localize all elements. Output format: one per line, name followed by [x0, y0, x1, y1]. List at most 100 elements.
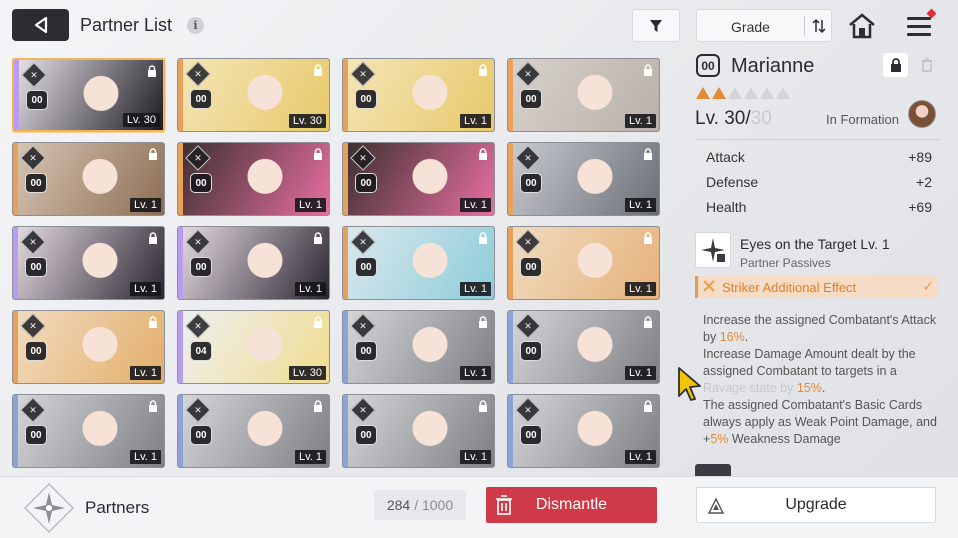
- rarity-stripe: [13, 227, 18, 299]
- lock-icon: [479, 148, 487, 160]
- card-level: Lv. 1: [459, 114, 491, 128]
- rarity-stripe: [508, 227, 513, 299]
- back-button[interactable]: [12, 9, 69, 41]
- effect-title: Striker Additional Effect: [722, 280, 857, 295]
- level-max: 30: [750, 108, 772, 129]
- delete-button[interactable]: [915, 53, 939, 77]
- lock-button[interactable]: [883, 53, 908, 77]
- dismantle-button[interactable]: Dismantle: [486, 487, 657, 523]
- partner-card[interactable]: ✕ 00 Lv. 1: [507, 226, 660, 300]
- menu-button[interactable]: [903, 8, 937, 40]
- rank-badge: 00: [355, 341, 377, 361]
- partner-card[interactable]: ✕ 00 Lv. 1: [12, 226, 165, 300]
- trash-icon: [922, 58, 932, 72]
- class-icon: ✕: [524, 236, 532, 247]
- card-level: Lv. 1: [624, 198, 656, 212]
- star-empty-icon: [744, 87, 758, 99]
- rank-badge: 00: [25, 257, 47, 277]
- rank-badge: 00: [520, 257, 542, 277]
- rarity-stripe: [178, 143, 183, 215]
- star-burst-icon: [701, 238, 725, 262]
- striker-effect-bar[interactable]: Striker Additional Effect ✓: [695, 276, 938, 298]
- card-level: Lv. 1: [459, 282, 491, 296]
- class-icon: ✕: [359, 152, 367, 163]
- card-level: Lv. 1: [129, 282, 161, 296]
- stat-label: Defense: [706, 174, 759, 190]
- card-level: Lv. 30: [122, 113, 160, 127]
- lock-icon: [314, 64, 322, 76]
- page-title: Partner List: [80, 15, 173, 35]
- card-level: Lv. 1: [459, 198, 491, 212]
- rarity-stripe: [508, 311, 513, 383]
- upgrade-button[interactable]: Upgrade: [696, 487, 936, 523]
- stat-attack: Attack +89: [706, 149, 932, 165]
- lock-icon: [644, 316, 652, 328]
- partner-card[interactable]: ✕ 00 Lv. 1: [177, 226, 330, 300]
- partner-card[interactable]: ✕ 00 Lv. 1: [177, 142, 330, 216]
- formation-avatar[interactable]: [908, 100, 936, 128]
- rarity-stripe: [508, 395, 513, 467]
- lock-icon: [149, 232, 157, 244]
- home-button[interactable]: [845, 10, 879, 42]
- lock-icon: [314, 232, 322, 244]
- partner-card[interactable]: ✕ 00 Lv. 1: [12, 394, 165, 468]
- grade-sort-button[interactable]: Grade: [696, 9, 832, 42]
- sort-order-icon[interactable]: [807, 15, 831, 37]
- desc-value: 5%: [710, 432, 729, 446]
- portrait-face: [240, 69, 290, 121]
- rank-badge: 00: [355, 89, 377, 109]
- class-icon: ✕: [359, 404, 367, 415]
- menu-line: [907, 17, 931, 20]
- partner-card[interactable]: ✕ 00 Lv. 1: [342, 310, 495, 384]
- rank-badge: 00: [190, 173, 212, 193]
- info-icon[interactable]: i: [187, 17, 204, 34]
- portrait-face: [76, 70, 126, 122]
- rank-badge: 00: [190, 89, 212, 109]
- partner-card[interactable]: ✕ 00 Lv. 1: [12, 310, 165, 384]
- partner-card[interactable]: ✕ 00 Lv. 30: [12, 58, 165, 132]
- partner-card[interactable]: ✕ 00 Lv. 1: [342, 394, 495, 468]
- portrait-face: [405, 153, 455, 205]
- rarity-stripe: [343, 143, 348, 215]
- stat-defense: Defense +2: [706, 174, 932, 190]
- rank-badge: 00: [25, 341, 47, 361]
- lock-icon: [479, 316, 487, 328]
- partner-card[interactable]: ✕ 00 Lv. 1: [342, 58, 495, 132]
- cursor-pointer-icon: [676, 366, 704, 402]
- filter-button[interactable]: [632, 9, 680, 42]
- skill-description: Increase the assigned Combatant's Attack…: [703, 312, 943, 448]
- partner-card[interactable]: ✕ 00 Lv. 1: [342, 142, 495, 216]
- class-icon: ✕: [29, 320, 37, 331]
- partner-card[interactable]: ✕ 00 Lv. 1: [507, 142, 660, 216]
- portrait-face: [240, 153, 290, 205]
- bottom-bar: Partners 284/ 1000 Dismantle Upgrade: [0, 476, 958, 538]
- portrait-face: [570, 69, 620, 121]
- portrait-face: [75, 405, 125, 457]
- partner-card[interactable]: ✕ 00 Lv. 1: [342, 226, 495, 300]
- class-icon: ✕: [194, 320, 202, 331]
- class-icon: ✕: [524, 404, 532, 415]
- partner-card[interactable]: ✕ 04 Lv. 30: [177, 310, 330, 384]
- card-level: Lv. 1: [294, 282, 326, 296]
- class-icon: ✕: [194, 404, 202, 415]
- stat-label: Health: [706, 199, 747, 215]
- star-rating: [696, 87, 790, 99]
- skill-icon[interactable]: [695, 232, 731, 268]
- partner-name: Marianne: [731, 55, 815, 77]
- compass-star-icon: [22, 481, 76, 535]
- star-filled-icon: [696, 87, 710, 99]
- skill-name: Eyes on the Target Lv. 1: [740, 236, 890, 252]
- stat-health: Health +69: [706, 199, 932, 215]
- partner-card[interactable]: ✕ 00 Lv. 1: [507, 310, 660, 384]
- partner-card[interactable]: ✕ 00 Lv. 1: [12, 142, 165, 216]
- section-label: Partners: [85, 498, 150, 517]
- rank-badge: 00: [355, 425, 377, 445]
- partner-card[interactable]: ✕ 00 Lv. 30: [177, 58, 330, 132]
- dismantle-label: Dismantle: [535, 496, 608, 513]
- partner-card[interactable]: ✕ 00 Lv. 1: [507, 58, 660, 132]
- portrait-face: [570, 153, 620, 205]
- rank-badge: 00: [520, 89, 542, 109]
- partner-card[interactable]: ✕ 00 Lv. 1: [177, 394, 330, 468]
- class-icon: ✕: [359, 68, 367, 79]
- partner-card[interactable]: ✕ 00 Lv. 1: [507, 394, 660, 468]
